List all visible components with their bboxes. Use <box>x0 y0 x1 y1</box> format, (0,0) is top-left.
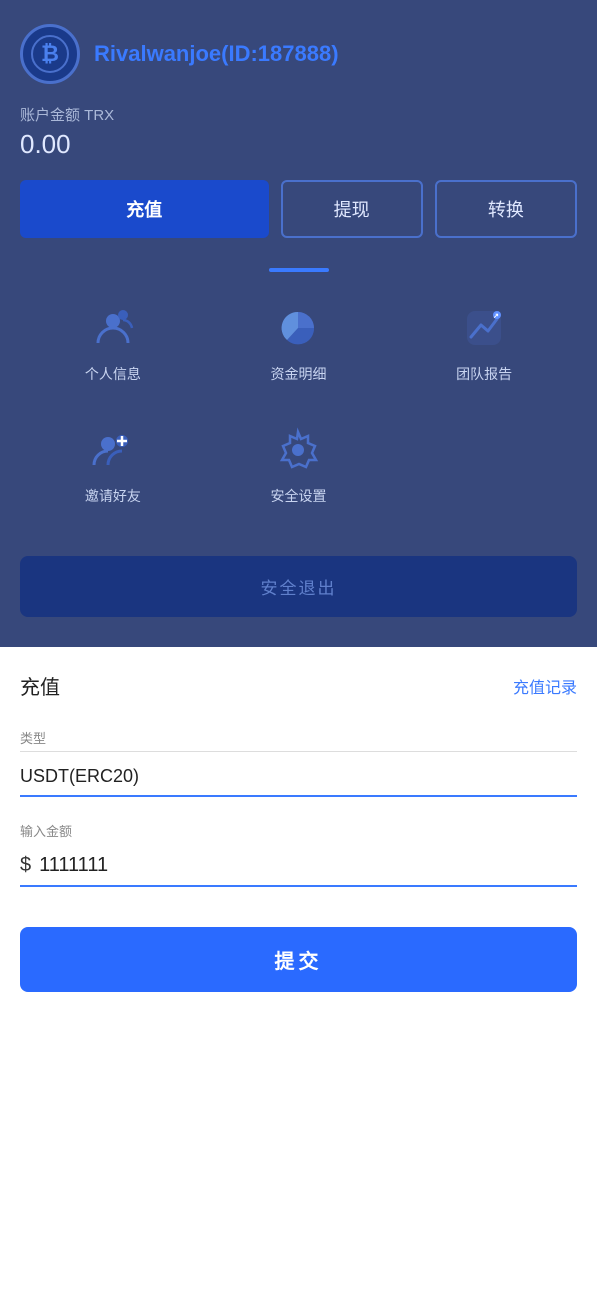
svg-text:₿: ₿ <box>41 41 59 66</box>
menu-label-invite: 邀请好友 <box>85 486 141 506</box>
amount-input-row: $ 1111111 <box>20 846 577 887</box>
history-link[interactable]: 充值记录 <box>513 674 577 698</box>
menu-row-1: 个人信息 资金明细 ↗ <box>20 282 577 404</box>
menu-label-funds: 资金明细 <box>270 364 326 384</box>
amount-value[interactable]: 1111111 <box>39 854 577 877</box>
menu-item-funds[interactable]: 资金明细 <box>206 282 392 404</box>
bottom-title: 充值 <box>20 671 60 700</box>
top-section: ₿ Rivalwanjoe(ID:187888) 账户金额 TRX 0.00 充… <box>0 0 597 647</box>
trend-icon: ↗ <box>458 302 510 354</box>
svg-text:↗: ↗ <box>493 313 499 320</box>
type-label: 类型 <box>20 728 577 752</box>
type-value: USDT(ERC20) <box>20 758 577 797</box>
menu-label-personal: 个人信息 <box>85 364 141 384</box>
menu-item-personal[interactable]: 个人信息 <box>20 282 206 404</box>
bitcoin-icon: ₿ <box>20 24 80 84</box>
account-label: 账户金额 TRX <box>20 104 577 125</box>
convert-button[interactable]: 转换 <box>435 180 577 238</box>
menu-item-team[interactable]: ↗ 团队报告 <box>391 282 577 404</box>
type-field-group: 类型 USDT(ERC20) <box>20 728 577 797</box>
profile-header: ₿ Rivalwanjoe(ID:187888) <box>20 24 577 84</box>
menu-row-2: 邀请好友 安全设置 <box>20 404 577 526</box>
chart-icon <box>272 302 324 354</box>
menu-label-security: 安全设置 <box>270 486 326 506</box>
account-balance: 0.00 <box>20 129 577 160</box>
divider <box>269 268 329 272</box>
action-buttons: 充值 提现 转换 <box>20 180 577 238</box>
invite-icon <box>87 424 139 476</box>
person-icon <box>87 302 139 354</box>
settings-icon <box>272 424 324 476</box>
username: Rivalwanjoe(ID:187888) <box>94 41 339 67</box>
amount-label: 输入金额 <box>20 821 577 840</box>
currency-symbol: $ <box>20 854 31 877</box>
bottom-section: 充值 充值记录 类型 USDT(ERC20) 输入金额 $ 1111111 提交 <box>0 647 597 1022</box>
menu-label-team: 团队报告 <box>456 364 512 384</box>
recharge-button[interactable]: 充值 <box>20 180 269 238</box>
menu-item-invite[interactable]: 邀请好友 <box>20 404 206 526</box>
submit-button[interactable]: 提交 <box>20 927 577 992</box>
amount-field-group: 输入金额 $ 1111111 <box>20 821 577 887</box>
menu-item-security[interactable]: 安全设置 <box>206 404 392 526</box>
logout-button[interactable]: 安全退出 <box>20 556 577 617</box>
bottom-header: 充值 充值记录 <box>20 671 577 700</box>
withdraw-button[interactable]: 提现 <box>281 180 423 238</box>
